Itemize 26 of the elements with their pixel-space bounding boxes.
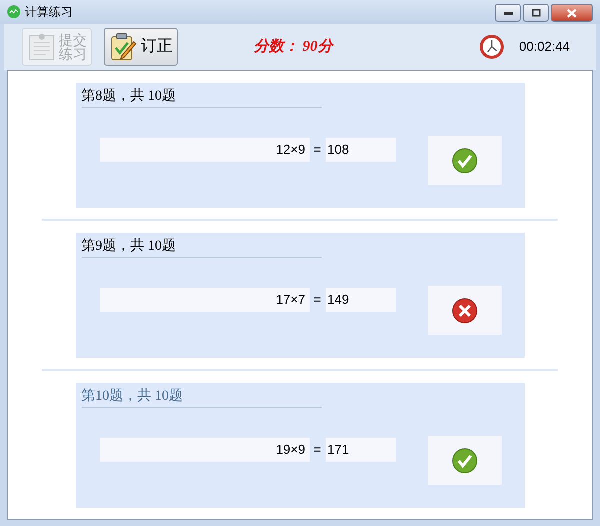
question-title: 第9题，共 10题 [82,236,322,258]
app-icon [7,5,21,19]
answer-field[interactable]: 108 [326,138,396,162]
equals-sign: = [312,291,322,310]
question-title: 第10题，共 10题 [82,386,322,408]
score-label: 分数： 90分 [254,38,333,57]
clock-icon [479,34,506,60]
minimize-icon [504,12,512,14]
answer-field[interactable]: 171 [326,438,396,462]
timer-label: 00:02:44 [519,38,570,56]
expression-field: 19×9 [100,438,310,462]
expression-field: 17×7 [100,288,310,312]
equals-sign: = [312,141,322,160]
maximize-icon [532,9,540,17]
close-icon [567,8,577,18]
correct-button[interactable]: 订正 [104,28,178,66]
clipboard-pencil-icon [109,32,139,62]
window-title: 计算练习 [25,4,73,21]
maximize-button[interactable] [523,4,549,22]
answer-field[interactable]: 149 [326,288,396,312]
question-title: 第8题，共 10题 [82,86,322,108]
minimize-button[interactable] [495,4,521,22]
close-button[interactable] [551,4,593,22]
expression-field: 12×9 [100,138,310,162]
equals-sign: = [312,441,322,460]
notepad-icon [27,32,57,62]
